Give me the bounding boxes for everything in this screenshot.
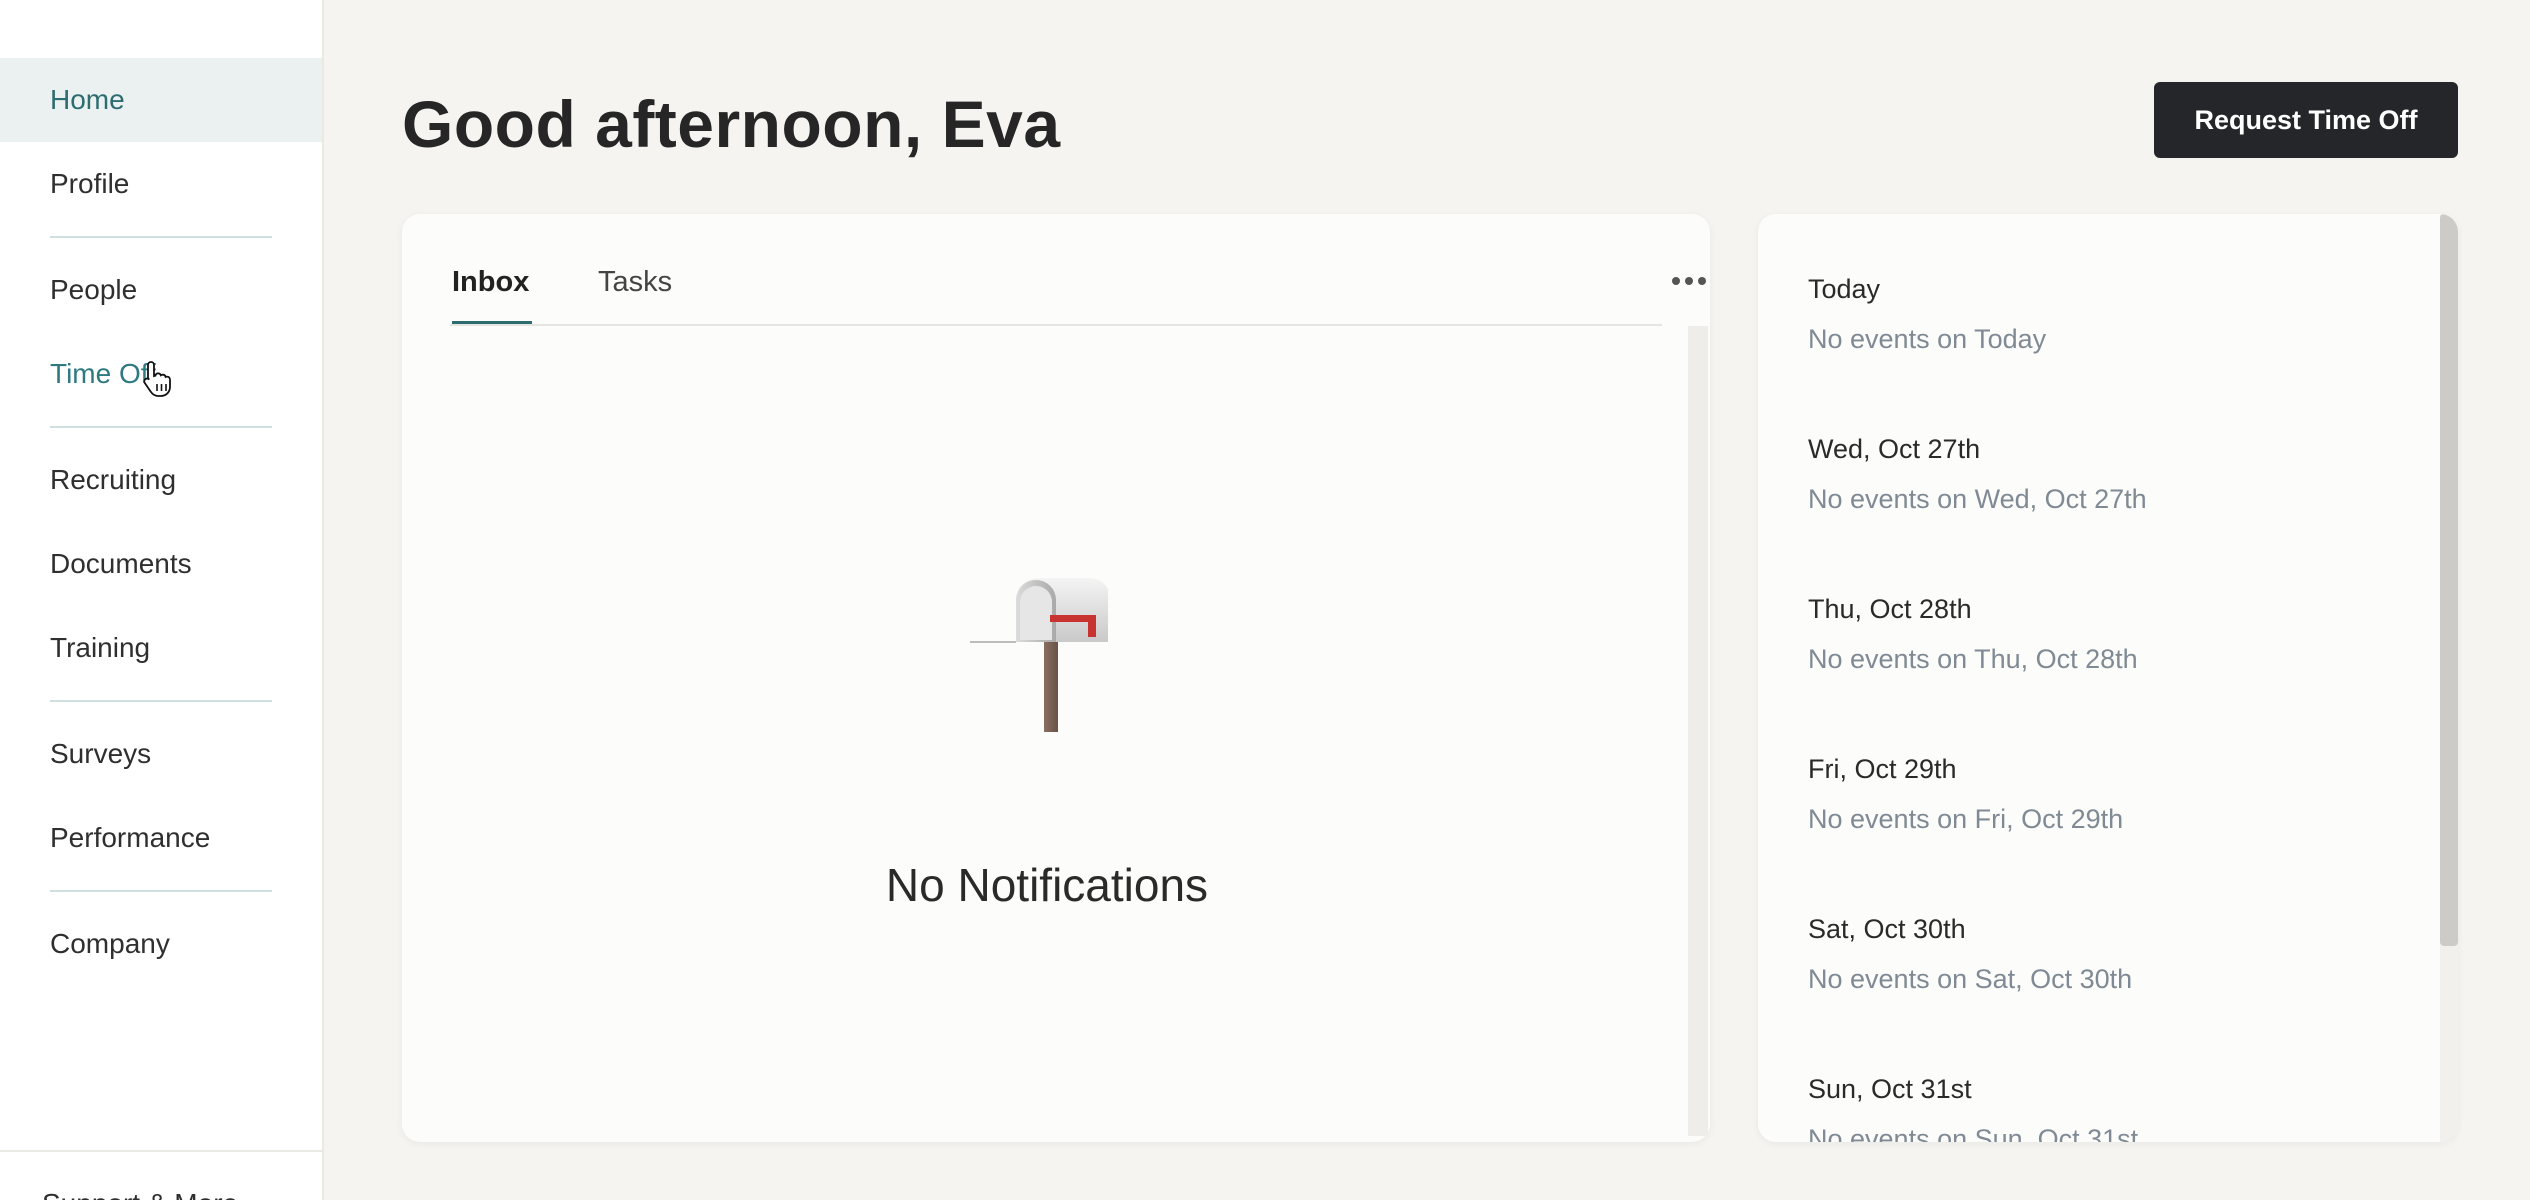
list-item: Thu, Oct 28th No events on Thu, Oct 28th (1808, 584, 2368, 744)
list-item: Today No events on Today (1808, 264, 2368, 424)
sidebar-item-profile[interactable]: Profile (0, 142, 322, 226)
inbox-tabs: Inbox Tasks (450, 214, 1706, 326)
request-time-off-button[interactable]: Request Time Off (2154, 82, 2458, 158)
sidebar-item-performance[interactable]: Performance (0, 796, 322, 880)
tab-tasks[interactable]: Tasks (598, 266, 672, 324)
calendar-card: Today No events on Today Wed, Oct 27th N… (1758, 214, 2458, 1142)
calendar-date: Sun, Oct 31st (1808, 1074, 1972, 1104)
calendar-date: Sat, Oct 30th (1808, 914, 1966, 944)
sidebar-item-training[interactable]: Training (0, 606, 322, 690)
sidebar-item-documents[interactable]: Documents (0, 522, 322, 606)
sidebar-divider (50, 236, 272, 238)
calendar-events: No events on Sun, Oct 31st (1808, 1124, 2139, 1142)
sidebar-item-label: Time Off (50, 358, 156, 389)
support-more-label: Support & More (42, 1188, 238, 1200)
list-item: Wed, Oct 27th No events on Wed, Oct 27th (1808, 424, 2368, 584)
calendar-scrollbar-thumb[interactable] (2440, 214, 2458, 946)
page-title: Good afternoon, Eva (402, 87, 1061, 161)
hand-cursor-icon (143, 361, 171, 397)
sidebar-top-spacer (0, 0, 322, 58)
sidebar-item-recruiting[interactable]: Recruiting (0, 438, 322, 522)
calendar-date: Fri, Oct 29th (1808, 754, 1957, 784)
chevron-right-icon: › (272, 1188, 281, 1200)
sidebar-item-surveys[interactable]: Surveys (0, 712, 322, 796)
calendar-events: No events on Today (1808, 324, 2047, 354)
more-horizontal-icon[interactable] (1672, 274, 1706, 288)
sidebar-item-people[interactable]: People (0, 248, 322, 332)
calendar-date: Wed, Oct 27th (1808, 434, 1981, 464)
inbox-card: Inbox Tasks No Notifications (402, 214, 1710, 1142)
sidebar-divider (50, 700, 272, 702)
support-more-menu[interactable]: Support & More › (0, 1150, 322, 1200)
calendar-events: No events on Sat, Oct 30th (1808, 964, 2133, 994)
calendar-date: Today (1808, 274, 1881, 304)
empty-state-text: No Notifications (885, 859, 1209, 911)
list-item: Sun, Oct 31st No events on Sun, Oct 31st (1808, 1064, 2368, 1142)
sidebar-divider (50, 426, 272, 428)
sidebar-divider (50, 890, 272, 892)
tab-inbox[interactable]: Inbox (452, 266, 532, 324)
calendar-events: No events on Thu, Oct 28th (1808, 644, 2138, 674)
sidebar-item-company[interactable]: Company (0, 902, 322, 986)
calendar-list: Today No events on Today Wed, Oct 27th N… (1808, 264, 2368, 1142)
list-item: Fri, Oct 29th No events on Fri, Oct 29th (1808, 744, 2368, 904)
calendar-events: No events on Wed, Oct 27th (1808, 484, 2147, 514)
sidebar-item-home[interactable]: Home (0, 58, 322, 142)
list-item: Sat, Oct 30th No events on Sat, Oct 30th (1808, 904, 2368, 1064)
sidebar-item-time-off[interactable]: Time Off (0, 332, 322, 416)
calendar-events: No events on Fri, Oct 29th (1808, 804, 2124, 834)
mailbox-icon (970, 578, 1108, 732)
sidebar: Home Profile People Time Off Recruiting … (0, 0, 324, 1200)
inbox-scrollbar[interactable] (1688, 326, 1708, 1136)
calendar-date: Thu, Oct 28th (1808, 594, 1972, 624)
